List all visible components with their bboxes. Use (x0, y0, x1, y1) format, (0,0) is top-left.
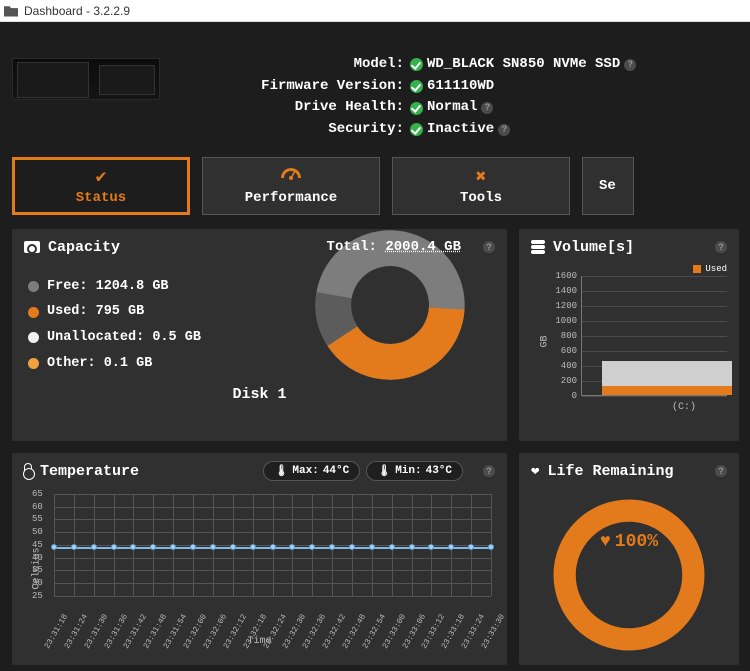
check-icon (410, 80, 423, 93)
panel-volumes: Volume[s] ? Used GB 16001400120010008006… (519, 229, 739, 441)
health-label: Drive Health: (174, 97, 404, 119)
help-icon[interactable]: ? (624, 59, 636, 71)
panel-title-text: Life Remaining (547, 463, 673, 480)
thermometer-icon: 🌡 (377, 464, 391, 478)
min-label: Min: (395, 465, 421, 477)
volumes-icon (531, 240, 545, 254)
tab-tools[interactable]: ✖ Tools (392, 157, 570, 215)
tools-icon: ✖ (476, 166, 487, 188)
panel-title-text: Capacity (48, 239, 120, 256)
life-value: 100% (615, 532, 658, 552)
help-icon[interactable]: ? (483, 465, 495, 477)
temp-min-badge: 🌡 Min: 43°C (366, 461, 463, 481)
volumes-chart: GB 16001400120010008006004002000 (C:) (551, 276, 727, 416)
check-icon (410, 58, 423, 71)
total-label: Total: (327, 239, 377, 255)
help-icon[interactable]: ? (498, 124, 510, 136)
window-title: Dashboard - 3.2.2.9 (24, 4, 130, 18)
disk-label: Disk 1 (24, 386, 495, 403)
tab-performance[interactable]: Performance (202, 157, 380, 215)
legend-swatch (28, 307, 39, 318)
max-label: Max: (292, 465, 318, 477)
legend-unalloc: Unallocated: 0.5 GB (47, 325, 201, 351)
window-titlebar: Dashboard - 3.2.2.9 (0, 0, 750, 22)
legend-used-text: Used (705, 264, 727, 274)
tab-label: Se (599, 178, 616, 194)
legend-used: Used: 795 GB (47, 299, 144, 325)
heart-icon: ♥ (600, 532, 611, 552)
temp-max-badge: 🌡 Max: 44°C (263, 461, 360, 481)
tab-status[interactable]: ✔ Status (12, 157, 190, 215)
check-icon (410, 102, 423, 115)
firmware-value: 611110WD (427, 76, 494, 98)
drive-info: Model: WD_BLACK SN850 NVMe SSD ? Firmwar… (174, 32, 738, 141)
life-ring-chart (531, 490, 727, 660)
capacity-legend: Free: 1204.8 GB Used: 795 GB Unallocated… (28, 274, 201, 380)
panel-life: ❤ Life Remaining ? ♥ 100% (519, 453, 739, 665)
legend-swatch (28, 281, 39, 292)
main-tabs: ✔ Status Performance ✖ Tools Se (12, 157, 738, 215)
legend-free: Free: 1204.8 GB (47, 274, 169, 300)
firmware-label: Firmware Version: (174, 76, 404, 98)
check-icon: ✔ (96, 166, 107, 188)
heartbeat-icon: ❤ (531, 463, 539, 480)
security-label: Security: (174, 119, 404, 141)
legend-other: Other: 0.1 GB (47, 351, 152, 377)
legend-swatch (28, 332, 39, 343)
panel-temperature: Temperature 🌡 Max: 44°C 🌡 Min: 43°C ? Ce… (12, 453, 507, 665)
tab-label: Performance (245, 190, 337, 206)
temperature-chart: 65605550454035302523:31:1823:31:2423:31:… (54, 494, 491, 634)
security-value: Inactive (427, 119, 494, 141)
tab-label: Status (76, 190, 126, 206)
legend-swatch (693, 265, 701, 273)
help-icon[interactable]: ? (715, 241, 727, 253)
panel-title-text: Temperature (40, 463, 139, 480)
tab-label: Tools (460, 190, 502, 206)
thermometer-icon (24, 463, 32, 479)
y-axis-label: GB (540, 335, 551, 347)
panel-title-text: Volume[s] (553, 239, 634, 256)
help-icon[interactable]: ? (715, 465, 727, 477)
disk-icon (24, 241, 40, 253)
thermometer-icon: 🌡 (274, 464, 288, 478)
check-icon (410, 123, 423, 136)
model-label: Model: (174, 54, 404, 76)
gauge-icon (280, 166, 302, 188)
drive-image: WD_BLACK Western Digital (12, 58, 160, 100)
app-icon (4, 5, 18, 17)
tab-settings[interactable]: Se (582, 157, 634, 215)
total-value: 2000.4 GB (385, 239, 461, 255)
legend-swatch (28, 358, 39, 369)
help-icon[interactable]: ? (483, 241, 495, 253)
panel-capacity: Capacity Total: 2000.4 GB ? Free: 1204.8… (12, 229, 507, 441)
help-icon[interactable]: ? (481, 102, 493, 114)
app-body: WD_BLACK Western Digital Model: WD_BLACK… (0, 22, 750, 671)
model-value: WD_BLACK SN850 NVMe SSD (427, 54, 620, 76)
drive-header: WD_BLACK Western Digital Model: WD_BLACK… (12, 32, 738, 141)
min-value: 43°C (426, 465, 452, 477)
max-value: 44°C (323, 465, 349, 477)
health-value: Normal (427, 97, 477, 119)
